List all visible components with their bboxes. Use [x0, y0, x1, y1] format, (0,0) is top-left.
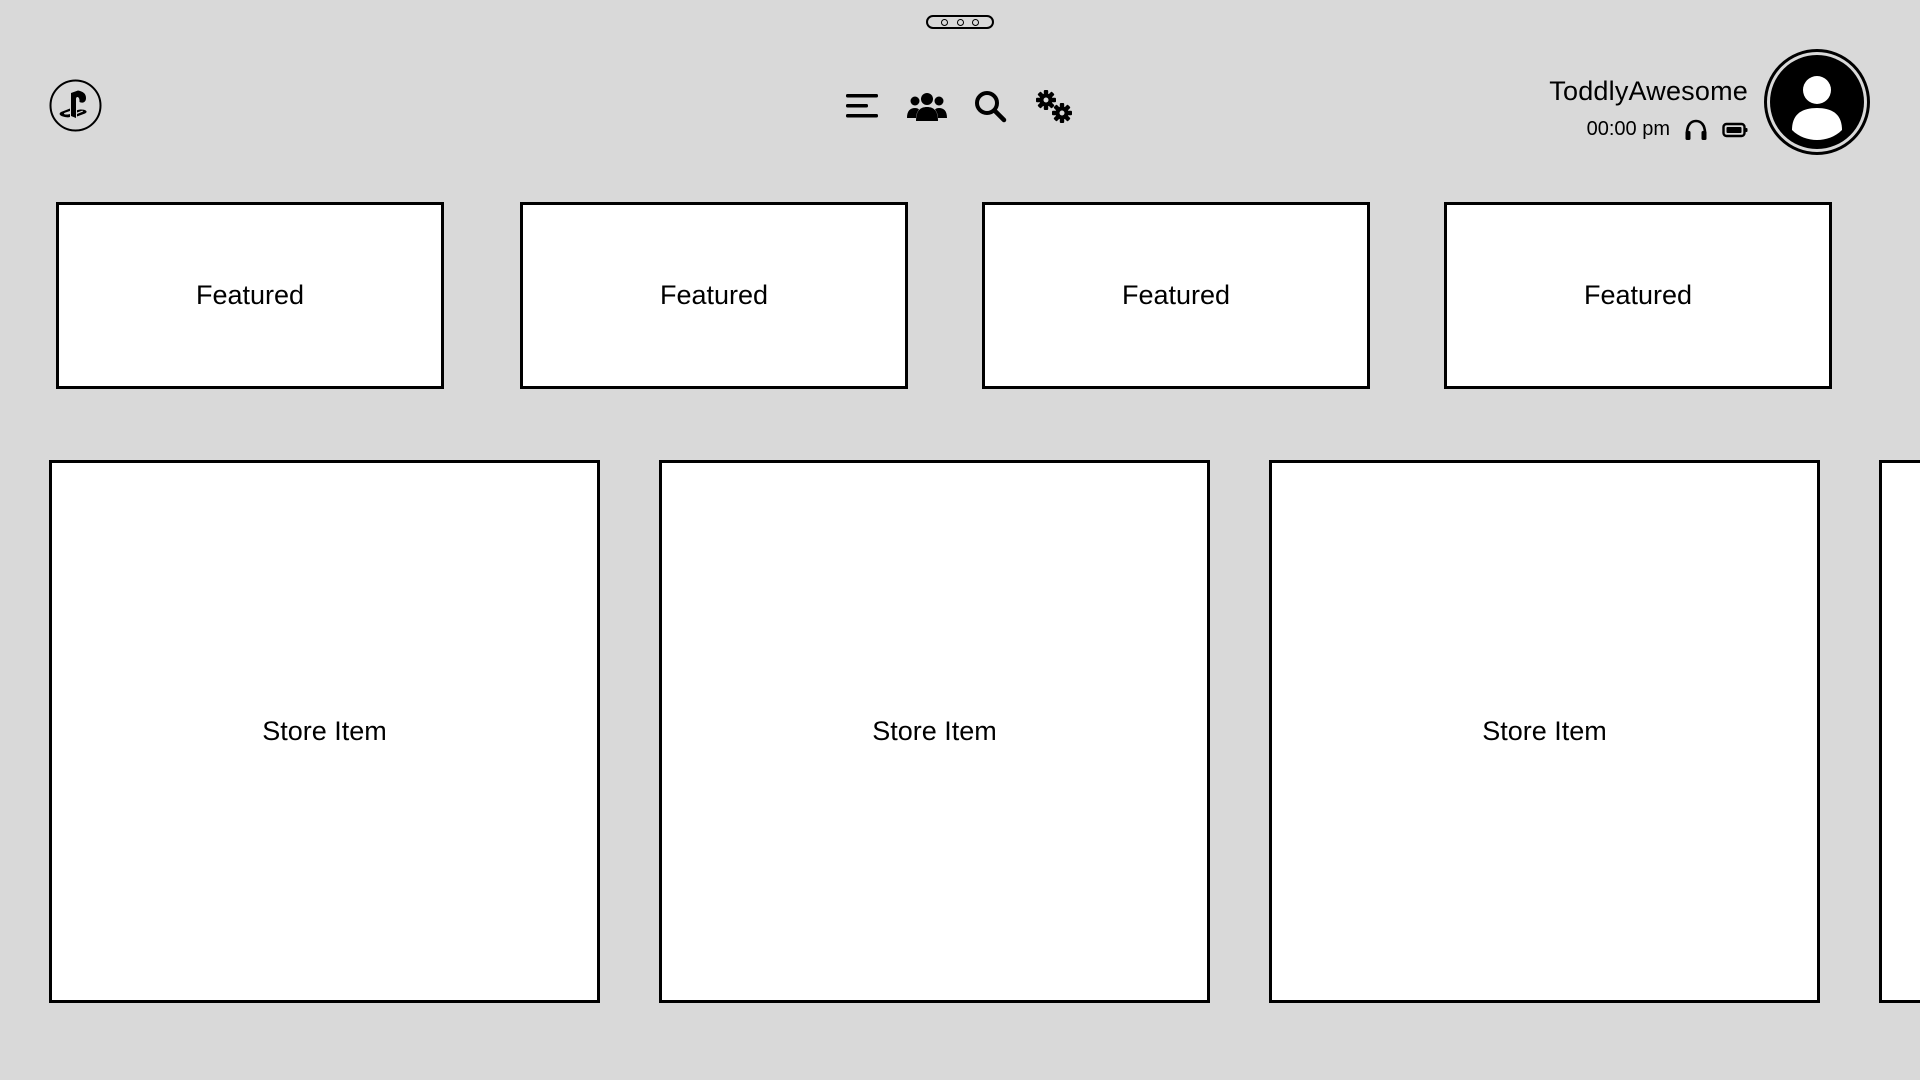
settings-icon[interactable]	[1032, 86, 1076, 126]
playstation-logo-icon[interactable]	[49, 79, 102, 132]
clock-time: 00:00 pm	[1586, 118, 1670, 140]
search-icon[interactable]	[968, 86, 1012, 126]
featured-label: Featured	[1583, 280, 1693, 310]
battery-icon	[1722, 122, 1748, 138]
status-row: 00:00 pm	[1587, 118, 1748, 141]
avatar[interactable]	[1764, 49, 1870, 155]
store-item-tile[interactable]: Store Item	[49, 460, 600, 1003]
featured-tile[interactable]: Featured	[982, 202, 1370, 389]
store-item-tile-partial[interactable]	[1879, 460, 1920, 1003]
store-item-tile[interactable]: Store Item	[659, 460, 1210, 1003]
featured-label: Featured	[195, 280, 305, 310]
featured-tile[interactable]: Featured	[520, 202, 908, 389]
featured-label: Featured	[659, 280, 769, 310]
store-item-label: Store Item	[1482, 716, 1607, 746]
page-indicator	[926, 15, 994, 29]
featured-tile[interactable]: Featured	[1444, 202, 1832, 389]
store-item-label: Store Item	[262, 716, 387, 746]
featured-label: Featured	[1121, 280, 1231, 310]
friends-icon[interactable]	[905, 86, 949, 126]
menu-icon[interactable]	[840, 86, 884, 126]
headset-icon	[1684, 119, 1708, 141]
page-dot	[940, 18, 948, 26]
page-dot	[972, 18, 980, 26]
store-item-tile[interactable]: Store Item	[1269, 460, 1820, 1003]
featured-tile[interactable]: Featured	[56, 202, 444, 389]
store-item-label: Store Item	[872, 716, 997, 746]
user-avatar-icon	[1770, 55, 1864, 149]
page-dot	[956, 18, 964, 26]
username: ToddlyAwesome	[1549, 76, 1748, 106]
